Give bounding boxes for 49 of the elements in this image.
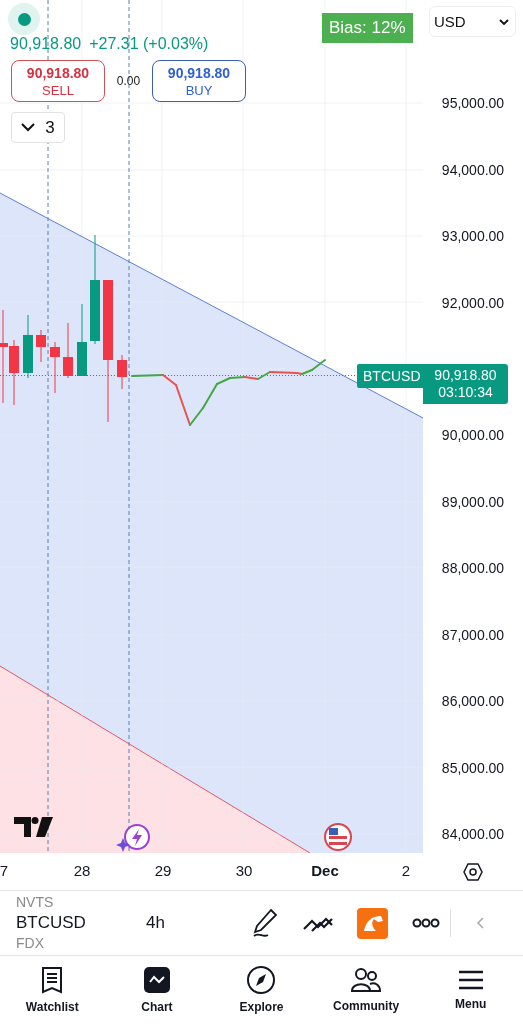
- price-label: 87,000.00: [440, 626, 506, 643]
- price-label: 89,000.00: [440, 493, 506, 510]
- symbol-text: FDX: [16, 936, 45, 951]
- nav-item[interactable]: Menu: [418, 956, 523, 1024]
- time-label: 7: [0, 862, 10, 879]
- price-label: 85,000.00: [440, 759, 506, 776]
- symbol-text: NVTS: [16, 895, 55, 910]
- time-label: 29: [153, 862, 173, 879]
- price-label: 95,000.00: [440, 95, 506, 111]
- nav-item[interactable]: Community: [313, 956, 419, 1024]
- price-label: 86,000.00: [440, 693, 506, 709]
- nav-item[interactable]: Watchlist: [0, 956, 105, 1024]
- more-icon[interactable]: [412, 918, 440, 928]
- price-label: 93,000.00: [440, 228, 506, 244]
- candle: [117, 354, 127, 390]
- collapse-button[interactable]: 3: [11, 112, 65, 143]
- candle: [9, 339, 19, 406]
- price-label: 92,000.00: [440, 294, 506, 311]
- time-label: 28: [72, 862, 92, 879]
- candle: [50, 341, 60, 394]
- price-label: 88,000.00: [440, 560, 506, 576]
- price-change: +27.31 (+0.03%): [89, 35, 209, 53]
- buy-button[interactable]: 90,918.80 BUY: [152, 60, 246, 102]
- time-label: 2: [400, 862, 412, 879]
- currency-dropdown[interactable]: USD: [429, 6, 516, 37]
- chevron-down-icon: [499, 18, 509, 25]
- status-icon: [8, 3, 40, 35]
- settings-icon[interactable]: [463, 862, 483, 882]
- time-label: Dec: [310, 862, 340, 879]
- nav-item[interactable]: Explore: [209, 956, 314, 1024]
- price-label: 94,000.00: [440, 161, 506, 178]
- time-label: 30: [234, 862, 254, 879]
- interval-text[interactable]: 4h: [146, 913, 246, 933]
- symbol-text[interactable]: BTCUSD: [16, 910, 146, 936]
- bias-badge: Bias: 12%: [322, 13, 413, 43]
- logo-icon: [14, 817, 53, 837]
- nav-item[interactable]: Chart: [104, 956, 210, 1024]
- spread-value: 0.00: [115, 74, 142, 88]
- candle: [63, 322, 73, 379]
- last-price: 90,918.80: [10, 35, 82, 53]
- chevron-down-icon: [21, 123, 36, 132]
- candle: [23, 314, 33, 379]
- sell-button[interactable]: 90,918.80 SELL: [11, 60, 105, 102]
- price-label: 84,000.00: [440, 826, 506, 842]
- pencil-icon[interactable]: [251, 908, 279, 938]
- lightning-icon: [116, 824, 150, 852]
- price-label: 90,000.00: [440, 427, 506, 443]
- price-tag: 90,918.80 03:10:34: [423, 364, 508, 404]
- candle: [36, 329, 46, 363]
